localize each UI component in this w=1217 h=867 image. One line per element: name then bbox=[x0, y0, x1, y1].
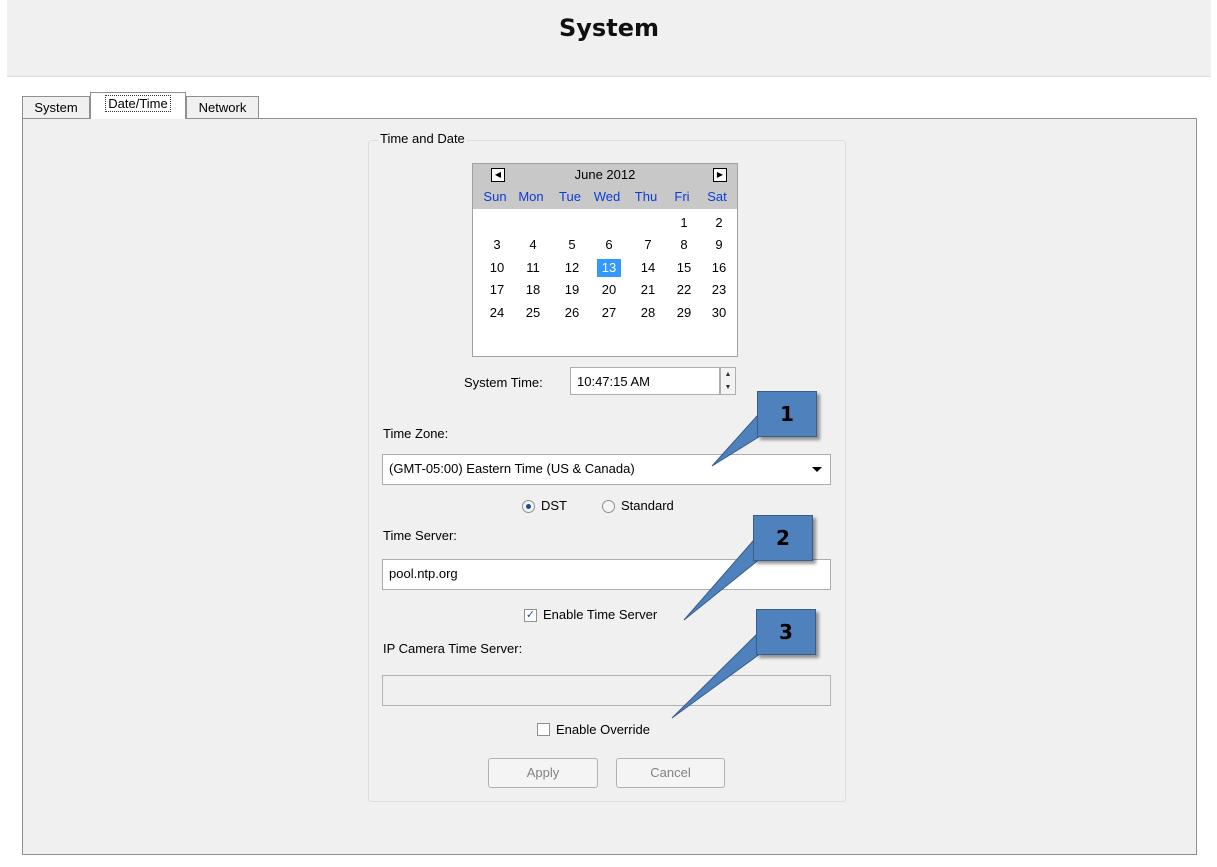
callout-1: 1 bbox=[757, 391, 817, 437]
callout-tail-3 bbox=[671, 634, 769, 719]
callout-2: 2 bbox=[753, 515, 813, 561]
tab-date-time-label: Date/Time bbox=[105, 95, 171, 112]
callout-3: 3 bbox=[756, 609, 816, 655]
tab-date-time[interactable]: Date/Time bbox=[90, 92, 186, 119]
callout-tails bbox=[671, 415, 771, 719]
